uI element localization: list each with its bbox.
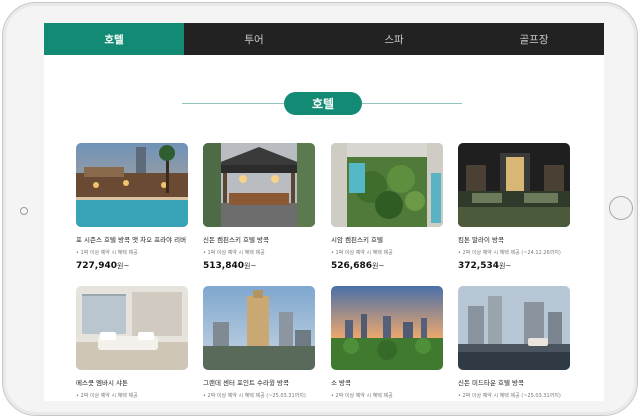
home-button[interactable] (609, 196, 633, 220)
hotel-price: 727,940원~ (76, 261, 188, 271)
price-value: 513,840 (203, 261, 244, 271)
tab-tour[interactable]: 투어 (184, 23, 324, 55)
hotel-name[interactable]: 신돈 미드타운 호텔 방콕 (458, 377, 570, 387)
tab-hotel[interactable]: 호텔 (44, 23, 184, 55)
section-title: 호텔 (284, 92, 362, 115)
hotel-photo[interactable] (203, 143, 315, 227)
hotel-name[interactable]: 신돈 켐핀스키 호텔 방콕 (203, 234, 315, 244)
benefit-note: • 1박 이상 예약 시 혜택 제공 (203, 250, 265, 256)
screen: 호텔 투어 스파 골프장 호텔 포 시즌스 호텔 방콕 앳 차오 프라야 리버 … (44, 23, 604, 401)
benefit-note: • 1박 이상 예약 시 혜택 제공 (331, 250, 393, 256)
hotel-photo[interactable] (203, 286, 315, 370)
hotel-photo[interactable] (458, 286, 570, 370)
hotel-name[interactable]: 시암 켐핀스키 호텔 (331, 234, 443, 244)
camera-icon (20, 207, 28, 215)
price-unit: 원~ (244, 262, 257, 270)
hotel-photo[interactable] (76, 286, 188, 370)
price-unit: 원~ (372, 262, 385, 270)
hotel-photo[interactable] (331, 286, 443, 370)
hotel-card[interactable]: 킴톤 말라이 방콕 • 2박 이상 예약 시 혜택 제공 (~24.12.26까… (458, 143, 570, 271)
benefit-note: • 2박 이상 예약 시 혜택 제공 (~25.03.31까지) (203, 393, 306, 399)
hotel-price: 372,534원~ (458, 261, 570, 271)
price-value: 372,534 (458, 261, 499, 271)
hotel-name[interactable]: 메스쿳 엠바시 샤톤 (76, 377, 188, 387)
benefit-note: • 2박 이상 예약 시 혜택 제공 (76, 393, 138, 399)
benefit-note: • 1박 이상 예약 시 혜택 제공 (76, 250, 138, 256)
price-unit: 원~ (499, 262, 512, 270)
benefit-note: • 2박 이상 예약 시 혜택 제공 (~25.03.31까지) (458, 393, 561, 399)
tab-spa[interactable]: 스파 (324, 23, 464, 55)
hotel-name[interactable]: 소 방콕 (331, 377, 443, 387)
hotel-card[interactable]: 포 시즌스 호텔 방콕 앳 차오 프라야 리버 • 1박 이상 예약 시 혜택 … (76, 143, 188, 271)
hotel-name[interactable]: 그랜데 센터 포인트 수라윙 방콕 (203, 377, 315, 387)
hotel-name[interactable]: 포 시즌스 호텔 방콕 앳 차오 프라야 리버 (76, 234, 188, 244)
tab-golf[interactable]: 골프장 (464, 23, 604, 55)
hotel-card[interactable]: 그랜데 센터 포인트 수라윙 방콕 • 2박 이상 예약 시 혜택 제공 (~2… (203, 286, 315, 399)
tablet-frame: 호텔 투어 스파 골프장 호텔 포 시즌스 호텔 방콕 앳 차오 프라야 리버 … (2, 2, 638, 416)
hotel-card[interactable]: 신돈 미드타운 호텔 방콕 • 2박 이상 예약 시 혜택 제공 (~25.03… (458, 286, 570, 399)
hotel-card[interactable]: 소 방콕 • 2박 이상 예약 시 혜택 제공 (331, 286, 443, 399)
hotel-card[interactable]: 신돈 켐핀스키 호텔 방콕 • 1박 이상 예약 시 혜택 제공 513,840… (203, 143, 315, 271)
category-tabs: 호텔 투어 스파 골프장 (44, 23, 604, 55)
price-unit: 원~ (117, 262, 130, 270)
hotel-photo[interactable] (76, 143, 188, 227)
hotel-price: 513,840원~ (203, 261, 315, 271)
hotel-photo[interactable] (458, 143, 570, 227)
benefit-note: • 2박 이상 예약 시 혜택 제공 (331, 393, 393, 399)
price-value: 727,940 (76, 261, 117, 271)
benefit-note: • 2박 이상 예약 시 혜택 제공 (~24.12.26까지) (458, 250, 561, 256)
hotel-card[interactable]: 메스쿳 엠바시 샤톤 • 2박 이상 예약 시 혜택 제공 (76, 286, 188, 399)
hotel-price: 526,686원~ (331, 261, 443, 271)
hotel-card[interactable]: 시암 켐핀스키 호텔 • 1박 이상 예약 시 혜택 제공 526,686원~ (331, 143, 443, 271)
hotel-photo[interactable] (331, 143, 443, 227)
price-value: 526,686 (331, 261, 372, 271)
hotel-name[interactable]: 킴톤 말라이 방콕 (458, 234, 570, 244)
